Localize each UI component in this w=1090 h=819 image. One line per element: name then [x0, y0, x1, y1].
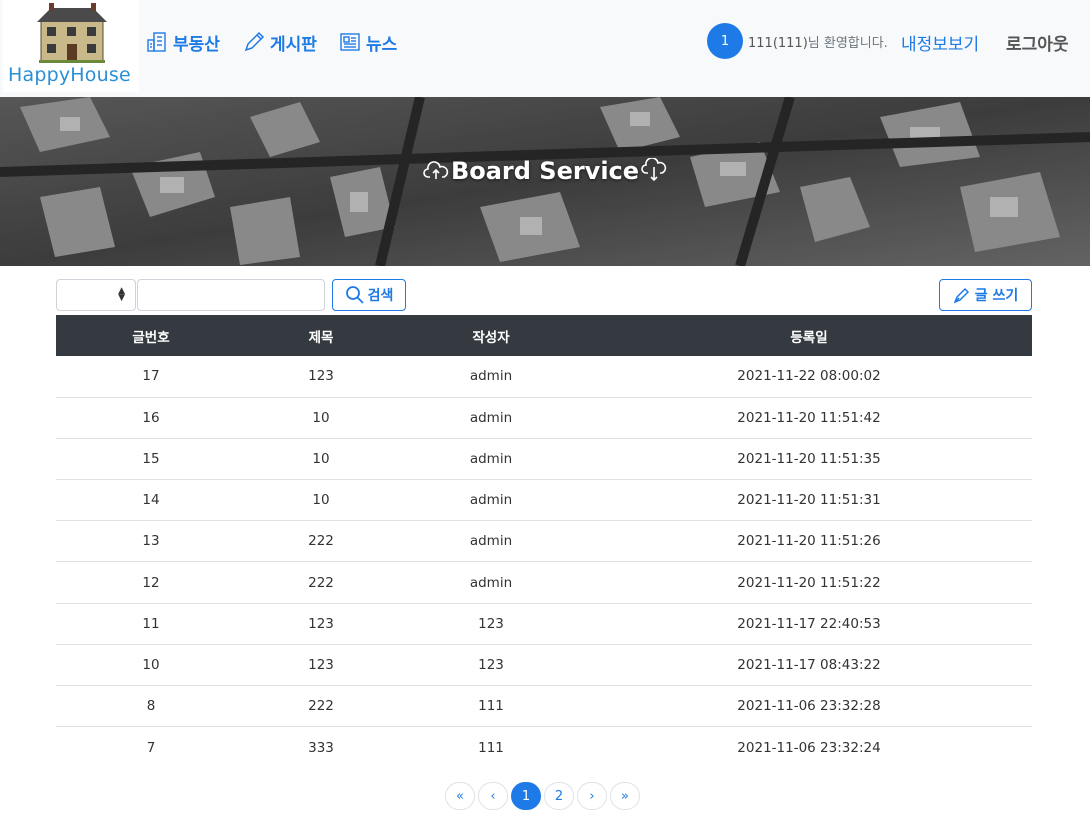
table-row[interactable]: 14 10 admin 2021-11-20 11:51:31 — [56, 480, 1032, 521]
page-banner: Board Service — [0, 97, 1090, 266]
banner-title-text: Board Service — [450, 157, 640, 185]
cell-title[interactable]: 222 — [246, 521, 396, 562]
cell-writer: admin — [469, 450, 513, 467]
house-logo-icon — [37, 3, 107, 63]
cell-title[interactable]: 10 — [246, 397, 396, 438]
cell-title[interactable]: 123 — [246, 356, 396, 397]
page-next-button[interactable]: › — [577, 782, 607, 810]
cell-number: 8 — [146, 698, 156, 715]
board-table: 글번호 제목 작성자 등록일 17 123 admin 2021-11-22 08:0… — [56, 315, 1032, 768]
newspaper-icon — [340, 33, 360, 51]
write-post-label: 글 쓰기 — [974, 288, 1019, 304]
cell-writer: 111 — [478, 739, 504, 756]
nav-board[interactable]: 게시판 — [243, 29, 317, 55]
header-title: 제목 — [308, 329, 334, 346]
cell-writer: admin — [469, 574, 513, 591]
cell-number: 13 — [142, 533, 160, 550]
page-2-button[interactable]: 2 — [544, 782, 574, 810]
cell-title[interactable]: 222 — [246, 562, 396, 603]
cell-date: 2021-11-06 23:32:24 — [737, 739, 881, 756]
cell-number: 14 — [142, 492, 160, 509]
table-row[interactable]: 17 123 admin 2021-11-22 08:00:02 — [56, 356, 1032, 398]
cell-writer: 123 — [478, 615, 504, 632]
user-avatar[interactable]: 1 — [707, 23, 743, 59]
cell-title[interactable]: 10 — [246, 438, 396, 479]
table-row[interactable]: 10 123 123 2021-11-17 08:43:22 — [56, 644, 1032, 686]
cell-date: 2021-11-17 08:43:22 — [737, 656, 881, 673]
pagination: « ‹ 1 2 › » — [445, 782, 643, 812]
cell-date: 2021-11-20 11:51:22 — [737, 574, 881, 591]
my-info-link[interactable]: 내정보보기 — [901, 30, 979, 55]
page-prev-button[interactable]: ‹ — [478, 782, 508, 810]
cell-title[interactable]: 222 — [246, 686, 396, 727]
search-input[interactable] — [137, 279, 325, 311]
welcome-message: 111(111)님 환영합니다. — [748, 32, 888, 51]
cell-writer: 111 — [478, 698, 504, 715]
cell-number: 10 — [142, 656, 160, 673]
welcome-suffix: 님 환영합니다. — [807, 36, 888, 51]
cell-number: 12 — [142, 574, 160, 591]
cell-number: 17 — [142, 368, 160, 385]
cell-writer: admin — [469, 492, 513, 509]
cell-date: 2021-11-20 11:51:26 — [737, 533, 881, 550]
cloud-download-icon — [641, 158, 667, 182]
welcome-user-name: 111(111) — [748, 36, 808, 51]
nav-real-estate[interactable]: 부동산 — [146, 29, 220, 55]
table-row[interactable]: 16 10 admin 2021-11-20 11:51:42 — [56, 397, 1032, 439]
table-row[interactable]: 15 10 admin 2021-11-20 11:51:35 — [56, 438, 1032, 480]
cell-writer: admin — [469, 409, 513, 426]
cell-date: 2021-11-22 08:00:02 — [737, 368, 881, 385]
building-icon — [147, 32, 166, 52]
table-header-row: 글번호 제목 작성자 등록일 — [56, 315, 1032, 356]
nav-news-label: 뉴스 — [366, 34, 398, 55]
header-writer: 작성자 — [472, 329, 510, 346]
cell-date: 2021-11-06 23:32:28 — [737, 698, 881, 715]
table-row[interactable]: 8 222 111 2021-11-06 23:32:28 — [56, 686, 1032, 727]
search-button[interactable]: 검색 — [332, 279, 406, 311]
page-1-button[interactable]: 1 — [511, 782, 541, 810]
select-arrows-icon: ▲ ▼ — [118, 286, 125, 303]
header-number: 글번호 — [132, 329, 170, 346]
logout-link[interactable]: 로그아웃 — [1006, 30, 1069, 55]
page-first-button[interactable]: « — [445, 782, 475, 810]
search-type-select[interactable]: ▲ ▼ — [56, 279, 136, 311]
table-row[interactable]: 7 333 111 2021-11-06 23:32:24 — [56, 727, 1032, 768]
nav-real-estate-label: 부동산 — [173, 34, 220, 55]
pen-icon — [953, 287, 969, 304]
nav-news[interactable]: 뉴스 — [339, 29, 397, 55]
cell-title[interactable]: 333 — [246, 727, 396, 768]
cell-number: 7 — [146, 739, 156, 756]
header-date: 등록일 — [790, 329, 828, 346]
cell-title[interactable]: 123 — [246, 644, 396, 685]
cell-number: 16 — [142, 409, 160, 426]
cell-writer: admin — [469, 368, 513, 385]
table-body: 17 123 admin 2021-11-22 08:00:02 16 10 admin 2… — [56, 356, 1032, 768]
nav-board-label: 게시판 — [270, 34, 317, 55]
cloud-upload-icon — [423, 161, 449, 179]
cell-writer: admin — [469, 533, 513, 550]
cell-title[interactable]: 123 — [246, 603, 396, 644]
cell-number: 11 — [142, 615, 160, 632]
banner-title: Board Service — [0, 157, 1090, 185]
table-row[interactable]: 13 222 admin 2021-11-20 11:51:26 — [56, 521, 1032, 562]
page-last-button[interactable]: » — [610, 782, 640, 810]
cell-number: 15 — [142, 450, 160, 467]
cell-date: 2021-11-20 11:51:31 — [737, 492, 881, 509]
cell-writer: 123 — [478, 656, 504, 673]
search-icon — [345, 286, 364, 304]
happyhouse-logo[interactable]: HappyHouse — [3, 0, 139, 92]
table-row[interactable]: 12 222 admin 2021-11-20 11:51:22 — [56, 562, 1032, 604]
cell-title[interactable]: 10 — [246, 480, 396, 521]
cell-date: 2021-11-20 11:51:35 — [737, 450, 881, 467]
search-button-label: 검색 — [367, 288, 394, 304]
write-post-button[interactable]: 글 쓰기 — [939, 279, 1032, 311]
cell-date: 2021-11-20 11:51:42 — [737, 409, 881, 426]
cell-date: 2021-11-17 22:40:53 — [737, 615, 881, 632]
pencil-icon — [244, 31, 265, 52]
top-navbar: HappyHouse 부동산 게시판 뉴스 1 111(111)님 환영합니다.… — [0, 0, 1090, 97]
table-header: 글번호 제목 작성자 등록일 — [56, 315, 1032, 356]
table-row[interactable]: 11 123 123 2021-11-17 22:40:53 — [56, 603, 1032, 645]
logo-text: HappyHouse — [8, 64, 131, 86]
